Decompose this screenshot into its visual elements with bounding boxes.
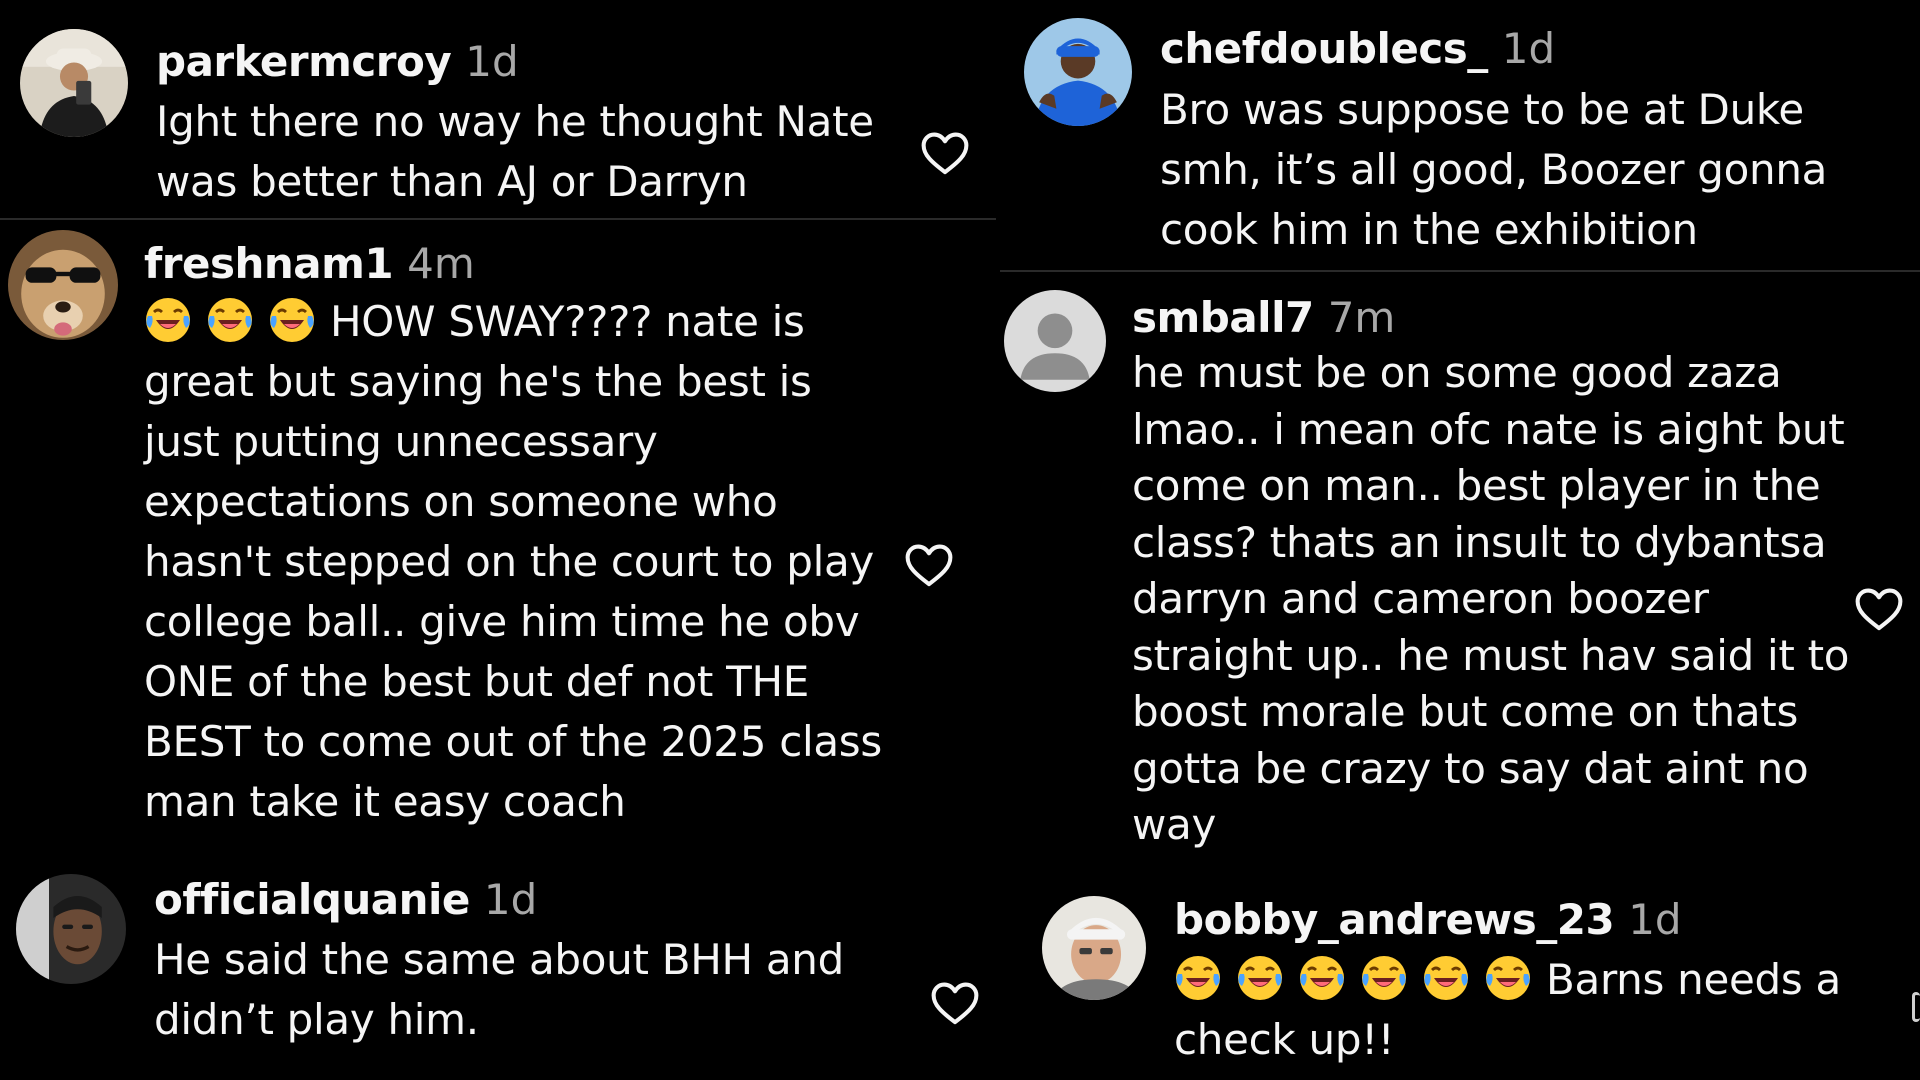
comment-header: chefdoublecs_ 1d: [1160, 23, 1555, 75]
avatar[interactable]: [1004, 290, 1106, 392]
comment-line: boost morale but come on thats: [1132, 687, 1799, 736]
laughing-emoji-icon: [1422, 954, 1470, 1002]
comment-line: college ball.. give him time he obv: [144, 597, 860, 646]
comment-text: HOW SWAY???? nate is great but saying he…: [144, 292, 882, 832]
timestamp: 7m: [1327, 293, 1396, 342]
heart-outline-icon[interactable]: [902, 538, 956, 592]
comment-text: he must be on some good zaza lmao.. i me…: [1132, 345, 1850, 854]
heart-outline-icon[interactable]: [918, 126, 972, 180]
comment-header: smball7 7m: [1132, 292, 1395, 344]
avatar[interactable]: [8, 230, 118, 340]
comment-line: didn’t play him.: [154, 995, 479, 1044]
comment-line: way: [1132, 800, 1217, 849]
laughing-emoji-icon: [206, 296, 254, 344]
comment-text: Ight there no way he thought Nate was be…: [156, 92, 874, 212]
avatar[interactable]: [1042, 896, 1146, 1000]
comment-header: freshnam1 4m: [144, 238, 475, 290]
username[interactable]: officialquanie: [154, 875, 470, 924]
comment-line: great but saying he's the best is: [144, 357, 812, 406]
comment-line: Barns needs a: [1546, 955, 1841, 1004]
laughing-emoji-icon: [144, 296, 192, 344]
comment-line: check up!!: [1174, 1015, 1395, 1064]
comment-parkermcroy: parkermcroy 1d Ight there no way he thoug…: [0, 0, 996, 218]
comment-freshnam1: freshnam1 4m HOW SWAY???? nate is great b…: [0, 220, 996, 858]
comment-first-line: Barns needs a: [1174, 950, 1841, 1010]
comment-smball7: smball7 7m he must be on some good zaza l…: [1000, 272, 1920, 858]
comment-first-line: HOW SWAY???? nate is: [144, 292, 882, 352]
comment-line: expectations on someone who: [144, 477, 778, 526]
comment-chefdoublecs: chefdoublecs_ 1d Bro was suppose to be at…: [1000, 0, 1920, 270]
comment-line: Bro was suppose to be at Duke: [1160, 85, 1804, 134]
avatar[interactable]: [16, 874, 126, 984]
username[interactable]: smball7: [1132, 293, 1314, 342]
comment-line: straight up.. he must hav said it to: [1132, 630, 1850, 680]
comment-text: Barns needs a check up!!: [1174, 950, 1841, 1070]
laughing-emoji-icon: [268, 296, 316, 344]
comment-text: Bro was suppose to be at Duke smh, it’s …: [1160, 80, 1827, 260]
comment-header: parkermcroy 1d: [156, 36, 519, 88]
comment-header: officialquanie 1d: [154, 874, 537, 926]
comment-line: cook him in the exhibition: [1160, 205, 1698, 254]
avatar-image: [1042, 896, 1146, 1000]
avatar-image: [1024, 18, 1132, 126]
comment-header: bobby_andrews_23 1d: [1174, 894, 1682, 946]
laughing-emoji-icon: [1236, 954, 1284, 1002]
timestamp: 4m: [407, 239, 475, 288]
comment-line: He said the same about BHH and: [154, 935, 844, 984]
comment-line: HOW SWAY???? nate is: [330, 297, 805, 346]
default-avatar-icon: [1004, 290, 1106, 392]
username[interactable]: chefdoublecs_: [1160, 24, 1488, 73]
avatar[interactable]: [1024, 18, 1132, 126]
comment-line: smh, it’s all good, Boozer gonna: [1160, 145, 1828, 194]
comment-line: darryn and cameron boozer: [1132, 574, 1709, 623]
emoji-row: [1174, 950, 1546, 1010]
comment-line: lmao.. i mean ofc nate is aight but: [1132, 404, 1845, 454]
timestamp: 1d: [483, 875, 538, 924]
comment-line: come on man.. best player in the: [1132, 461, 1821, 510]
emoji-row: [144, 292, 330, 352]
username[interactable]: parkermcroy: [156, 37, 452, 86]
comment-line: he must be on some good zaza: [1132, 348, 1782, 397]
avatar-image: [16, 874, 126, 984]
comment-line: gotta be crazy to say dat aint no: [1132, 743, 1809, 793]
comment-text: He said the same about BHH and didn’t pl…: [154, 930, 844, 1050]
laughing-emoji-icon: [1298, 954, 1346, 1002]
comment-line: was better than AJ or Darryn: [156, 157, 748, 206]
comment-line: man take it easy coach: [144, 777, 626, 826]
comment-officialquanie: officialquanie 1d He said the same about …: [0, 860, 996, 1080]
avatar-image: [20, 29, 128, 137]
laughing-emoji-icon: [1174, 954, 1222, 1002]
timestamp: 1d: [1501, 24, 1556, 73]
comment-line: hasn't stepped on the court to play: [144, 537, 874, 586]
comment-line: Ight there no way he thought Nate: [156, 97, 874, 146]
username[interactable]: freshnam1: [144, 239, 394, 288]
avatar[interactable]: [20, 29, 128, 137]
timestamp: 1d: [465, 37, 519, 86]
laughing-emoji-icon: [1484, 954, 1532, 1002]
comment-line: class? thats an insult to dybantsa: [1132, 517, 1827, 567]
heart-outline-icon[interactable]: [1912, 992, 1920, 1022]
comment-line: ONE of the best but def not THE: [144, 657, 810, 706]
heart-outline-icon[interactable]: [1852, 582, 1906, 636]
laughing-emoji-icon: [1360, 954, 1408, 1002]
heart-outline-icon[interactable]: [928, 976, 982, 1030]
comment-line: BEST to come out of the 2025 class: [144, 717, 882, 766]
avatar-image: [8, 230, 118, 340]
timestamp: 1d: [1628, 895, 1682, 944]
comment-line: just putting unnecessary: [144, 417, 658, 466]
comment-bobby-andrews-23: bobby_andrews_23 1d Barns needs a check u…: [1000, 860, 1920, 1080]
username[interactable]: bobby_andrews_23: [1174, 895, 1615, 944]
